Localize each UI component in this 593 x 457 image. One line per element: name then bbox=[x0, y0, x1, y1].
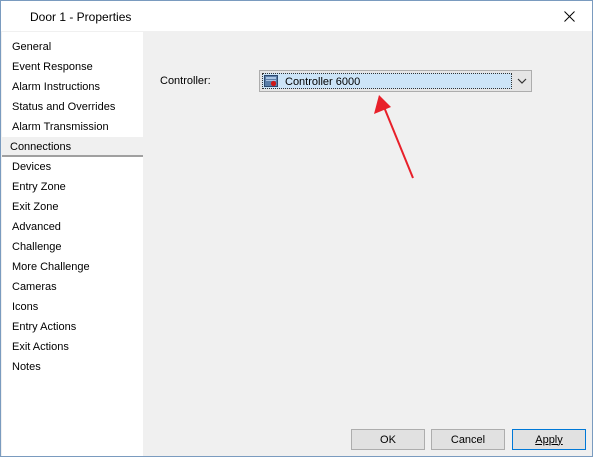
chevron-down-icon bbox=[517, 78, 527, 84]
sidebar-item-more-challenge[interactable]: More Challenge bbox=[2, 257, 143, 277]
properties-window: Door 1 - Properties General Event Respons… bbox=[0, 0, 593, 457]
sidebar-item-icons[interactable]: Icons bbox=[2, 297, 143, 317]
window-title: Door 1 - Properties bbox=[30, 10, 132, 24]
sidebar-item-exit-actions[interactable]: Exit Actions bbox=[2, 337, 143, 357]
sidebar-item-status-and-overrides[interactable]: Status and Overrides bbox=[2, 97, 143, 117]
sidebar-item-entry-actions[interactable]: Entry Actions bbox=[2, 317, 143, 337]
sidebar-nav-list: General Event Response Alarm Instructions S… bbox=[2, 37, 143, 377]
title-bar: Door 1 - Properties bbox=[1, 1, 592, 31]
sidebar-item-connections[interactable]: Connections bbox=[2, 137, 143, 157]
close-button[interactable] bbox=[546, 1, 592, 31]
sidebar-item-alarm-instructions[interactable]: Alarm Instructions bbox=[2, 77, 143, 97]
sidebar-item-event-response[interactable]: Event Response bbox=[2, 57, 143, 77]
sidebar-item-cameras[interactable]: Cameras bbox=[2, 277, 143, 297]
apply-button[interactable]: Apply bbox=[512, 429, 586, 450]
cancel-button[interactable]: Cancel bbox=[431, 429, 505, 450]
controller-select-value-area: Controller 6000 bbox=[262, 73, 512, 89]
ok-button[interactable]: OK bbox=[351, 429, 425, 450]
sidebar: General Event Response Alarm Instructions S… bbox=[2, 32, 143, 456]
sidebar-item-notes[interactable]: Notes bbox=[2, 357, 143, 377]
apply-button-label: Apply bbox=[535, 433, 563, 446]
annotation-arrow bbox=[374, 95, 414, 179]
sidebar-item-alarm-transmission[interactable]: Alarm Transmission bbox=[2, 117, 143, 137]
close-icon bbox=[563, 10, 575, 22]
main-panel: Controller: Controller 6000 OK Cancel Ap… bbox=[143, 32, 592, 456]
sidebar-item-devices[interactable]: Devices bbox=[2, 157, 143, 177]
sidebar-item-entry-zone[interactable]: Entry Zone bbox=[2, 177, 143, 197]
sidebar-item-advanced[interactable]: Advanced bbox=[2, 217, 143, 237]
sidebar-item-general[interactable]: General bbox=[2, 37, 143, 57]
sidebar-item-exit-zone[interactable]: Exit Zone bbox=[2, 197, 143, 217]
controller-label: Controller: bbox=[160, 75, 211, 87]
controller-select-value: Controller 6000 bbox=[285, 76, 361, 88]
controller-select[interactable]: Controller 6000 bbox=[259, 70, 532, 92]
controller-icon bbox=[264, 75, 278, 87]
sidebar-item-challenge[interactable]: Challenge bbox=[2, 237, 143, 257]
